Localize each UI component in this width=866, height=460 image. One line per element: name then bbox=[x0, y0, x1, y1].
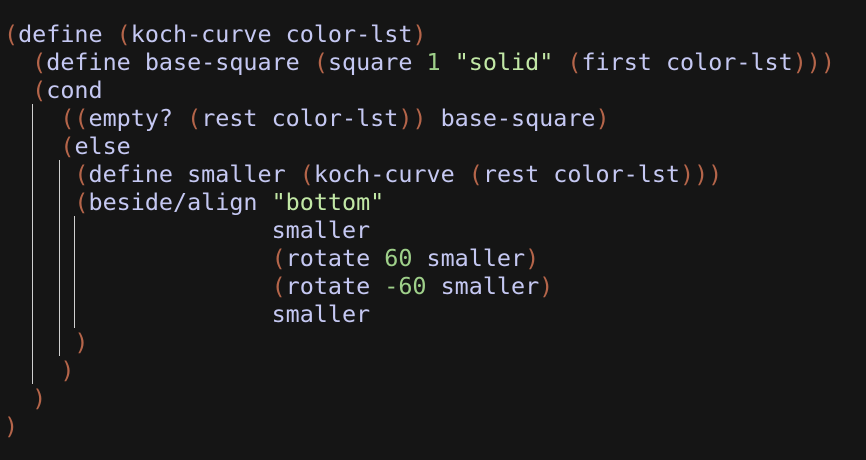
code-token: empty? bbox=[88, 104, 188, 132]
code-token: ( bbox=[74, 188, 89, 216]
code-token: beside/align bbox=[88, 188, 272, 216]
code-token: "solid" bbox=[454, 48, 554, 76]
code-token: ) bbox=[60, 356, 75, 384]
code-token: ))) bbox=[792, 48, 835, 76]
code-token: else bbox=[74, 132, 131, 160]
code-token: ) bbox=[74, 328, 89, 356]
code-token: ( bbox=[116, 20, 131, 48]
code-line[interactable]: smaller bbox=[4, 300, 371, 328]
code-token: -60 bbox=[384, 272, 427, 300]
code-token: ) bbox=[412, 20, 427, 48]
code-token: ) bbox=[32, 384, 47, 412]
code-token: koch-curve bbox=[313, 160, 469, 188]
code-token: ) bbox=[4, 412, 19, 440]
code-editor[interactable]: (define (koch-curve color-lst) (define b… bbox=[0, 0, 866, 460]
code-line[interactable]: (cond bbox=[4, 76, 103, 104]
code-line[interactable]: ) bbox=[4, 412, 18, 440]
code-token: ( bbox=[74, 160, 89, 188]
code-token: ))) bbox=[680, 160, 723, 188]
code-token: smaller bbox=[412, 244, 526, 272]
code-line[interactable]: (define (koch-curve color-lst) bbox=[4, 20, 427, 48]
code-token: ( bbox=[271, 244, 286, 272]
code-token: rest color-lst bbox=[482, 160, 681, 188]
code-token: ) bbox=[595, 104, 610, 132]
code-line[interactable]: (rotate 60 smaller) bbox=[4, 244, 540, 272]
code-line[interactable]: ) bbox=[4, 384, 46, 412]
code-token: 1 bbox=[426, 48, 441, 76]
code-line[interactable]: (define base-square (square 1 "solid" (f… bbox=[4, 48, 835, 76]
code-token: rotate bbox=[285, 272, 385, 300]
code-token: define bbox=[18, 20, 117, 48]
code-token: define base-square bbox=[46, 48, 314, 76]
code-token: rotate bbox=[285, 244, 385, 272]
code-line[interactable]: (beside/align "bottom" bbox=[4, 188, 384, 216]
code-token: koch-curve color-lst bbox=[130, 20, 413, 48]
code-token: ( bbox=[32, 48, 47, 76]
code-line[interactable]: (rotate -60 smaller) bbox=[4, 272, 554, 300]
code-line[interactable]: ((empty? (rest color-lst)) base-square) bbox=[4, 104, 610, 132]
code-token: 60 bbox=[384, 244, 413, 272]
code-token: smaller bbox=[4, 216, 371, 244]
code-token: smaller bbox=[4, 300, 371, 328]
code-token: ( bbox=[567, 48, 582, 76]
code-token: square bbox=[327, 48, 427, 76]
code-line[interactable]: ) bbox=[4, 356, 74, 384]
code-line[interactable]: smaller bbox=[4, 216, 371, 244]
code-token: rest color-lst bbox=[201, 104, 399, 132]
code-token: base-square bbox=[426, 104, 596, 132]
code-token: smaller bbox=[426, 272, 540, 300]
code-token: ( bbox=[299, 160, 314, 188]
code-token: first color-lst bbox=[581, 48, 793, 76]
code-line[interactable]: (define smaller (koch-curve (rest color-… bbox=[4, 160, 722, 188]
code-token: cond bbox=[46, 76, 103, 104]
code-token: ) bbox=[525, 244, 540, 272]
code-token: (( bbox=[60, 104, 89, 132]
code-line[interactable]: ) bbox=[4, 328, 89, 356]
code-token: ( bbox=[271, 272, 286, 300]
code-token: ( bbox=[313, 48, 328, 76]
code-token: ( bbox=[60, 132, 75, 160]
code-token: ( bbox=[187, 104, 202, 132]
code-token: ( bbox=[32, 76, 47, 104]
code-token: ( bbox=[4, 20, 19, 48]
code-token: ( bbox=[468, 160, 483, 188]
code-token: "bottom" bbox=[271, 188, 385, 216]
code-token: )) bbox=[398, 104, 427, 132]
code-token: ) bbox=[539, 272, 554, 300]
code-line[interactable]: (else bbox=[4, 132, 131, 160]
code-token: define smaller bbox=[88, 160, 300, 188]
